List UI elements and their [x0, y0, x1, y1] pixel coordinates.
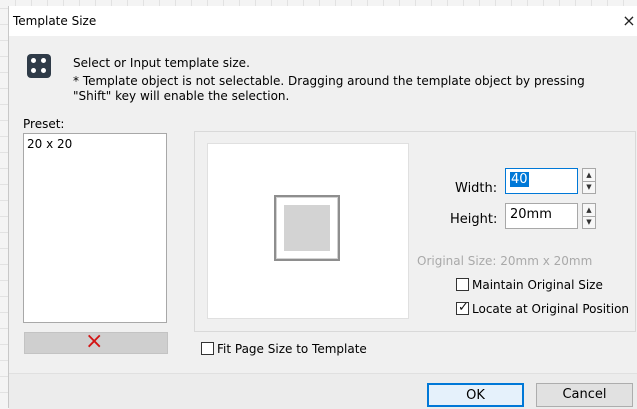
fit-page-size-label[interactable]: Fit Page Size to Template	[217, 342, 367, 356]
delete-icon: ×	[85, 329, 104, 354]
preset-list[interactable]: 20 x 20	[23, 133, 167, 323]
title-bar: Template Size ×	[9, 6, 637, 36]
template-object	[274, 195, 340, 261]
width-label: Width:	[455, 181, 498, 196]
width-spin-down[interactable]: ▼	[583, 181, 595, 193]
preset-label: Preset:	[23, 117, 65, 131]
cancel-button[interactable]: Cancel	[536, 383, 633, 407]
ok-button[interactable]: OK	[427, 383, 524, 407]
locate-original-position-label[interactable]: Locate at Original Position	[472, 302, 629, 316]
check-icon: ✓	[458, 300, 469, 315]
maintain-original-size-label[interactable]: Maintain Original Size	[472, 278, 603, 292]
maintain-original-size-checkbox[interactable]	[456, 278, 469, 291]
template-preview	[207, 143, 409, 319]
height-spinner[interactable]: ▲ ▼	[582, 203, 596, 229]
original-size-text: Original Size: 20mm x 20mm	[417, 254, 593, 268]
preset-item-20x20[interactable]: 20 x 20	[27, 137, 72, 151]
selection-note: * Template object is not selectable. Dra…	[73, 74, 585, 103]
width-input[interactable]: 40	[505, 168, 578, 194]
delete-preset-button[interactable]: ×	[24, 329, 168, 354]
template-inner	[284, 205, 330, 251]
height-label: Height:	[450, 212, 498, 227]
height-spin-down[interactable]: ▼	[583, 216, 595, 228]
locate-original-position-checkbox[interactable]: ✓	[456, 300, 469, 315]
width-spinner[interactable]: ▲ ▼	[582, 168, 596, 194]
height-value: 20mm	[510, 207, 552, 222]
instruction-text: Select or Input template size.	[73, 56, 250, 70]
dialog-title: Template Size	[13, 14, 97, 28]
height-input[interactable]: 20mm	[505, 203, 578, 229]
info-icon	[27, 54, 51, 78]
fit-page-size-checkbox[interactable]	[201, 342, 214, 355]
template-size-dialog: Template Size × Select or Input template…	[8, 6, 637, 409]
close-icon[interactable]: ×	[620, 12, 637, 30]
width-value: 40	[510, 172, 529, 187]
